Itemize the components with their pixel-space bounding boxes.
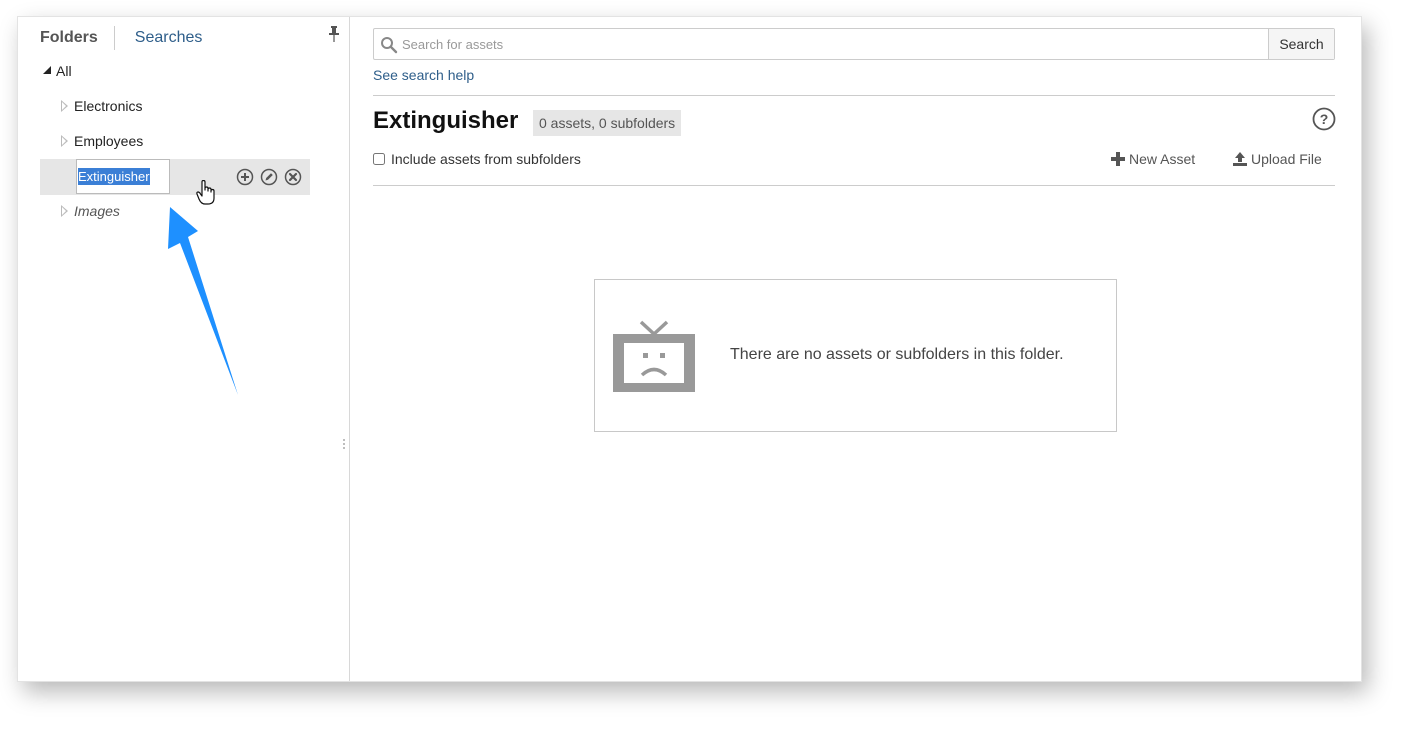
help-icon[interactable]: ? xyxy=(1312,107,1336,131)
collapsed-arrow-icon[interactable] xyxy=(58,204,74,218)
assets-panel: Search See search help Extinguisher 0 as… xyxy=(351,17,1361,681)
sad-tv-icon xyxy=(613,320,695,392)
divider xyxy=(373,185,1335,186)
include-subfolders-option[interactable]: Include assets from subfolders xyxy=(373,151,581,167)
svg-text:?: ? xyxy=(1320,111,1329,127)
tab-folders[interactable]: Folders xyxy=(40,26,115,50)
tree-label-electronics: Electronics xyxy=(74,98,143,114)
folder-title: Extinguisher xyxy=(373,107,519,134)
folder-rename-input[interactable]: Extinguisher xyxy=(76,159,170,194)
tree-item-employees[interactable]: Employees xyxy=(40,123,310,159)
plus-icon xyxy=(1111,152,1125,166)
search-button[interactable]: Search xyxy=(1268,29,1334,59)
upload-icon xyxy=(1233,152,1247,166)
collapsed-arrow-icon[interactable] xyxy=(58,99,74,113)
tree-label-images: Images xyxy=(74,203,120,219)
search-icon xyxy=(381,37,398,54)
new-asset-button[interactable]: New Asset xyxy=(1111,151,1195,167)
expanded-arrow-icon[interactable] xyxy=(40,64,56,78)
delete-folder-icon[interactable] xyxy=(284,168,302,186)
empty-state: There are no assets or subfolders in thi… xyxy=(594,279,1117,432)
search-bar: Search xyxy=(373,28,1335,60)
asset-count-badge: 0 assets, 0 subfolders xyxy=(533,110,682,136)
panel-resize-handle[interactable] xyxy=(342,437,346,453)
tree-item-all[interactable]: All xyxy=(40,53,310,89)
include-subfolders-checkbox[interactable] xyxy=(373,153,385,165)
search-input[interactable] xyxy=(374,29,1268,59)
annotation-arrow xyxy=(168,207,238,395)
folder-row-actions xyxy=(236,168,302,186)
tree-item-electronics[interactable]: Electronics xyxy=(40,88,310,124)
tree-label-all: All xyxy=(56,63,72,79)
tree-label-employees: Employees xyxy=(74,133,144,149)
upload-file-button[interactable]: Upload File xyxy=(1233,151,1322,167)
include-subfolders-label: Include assets from subfolders xyxy=(391,151,581,167)
panel-tabs: Folders Searches xyxy=(40,25,202,51)
new-asset-label: New Asset xyxy=(1129,151,1196,167)
edit-folder-icon[interactable] xyxy=(260,168,278,186)
divider xyxy=(373,95,1335,96)
hand-cursor-icon xyxy=(196,180,215,205)
upload-file-label: Upload File xyxy=(1251,151,1322,167)
pin-icon[interactable] xyxy=(328,26,340,42)
empty-state-message: There are no assets or subfolders in thi… xyxy=(730,346,1064,363)
tab-searches[interactable]: Searches xyxy=(115,26,203,50)
collapsed-arrow-icon[interactable] xyxy=(58,134,74,148)
add-subfolder-icon[interactable] xyxy=(236,168,254,186)
folder-rename-value: Extinguisher xyxy=(78,168,150,185)
search-help-link[interactable]: See search help xyxy=(373,67,474,83)
